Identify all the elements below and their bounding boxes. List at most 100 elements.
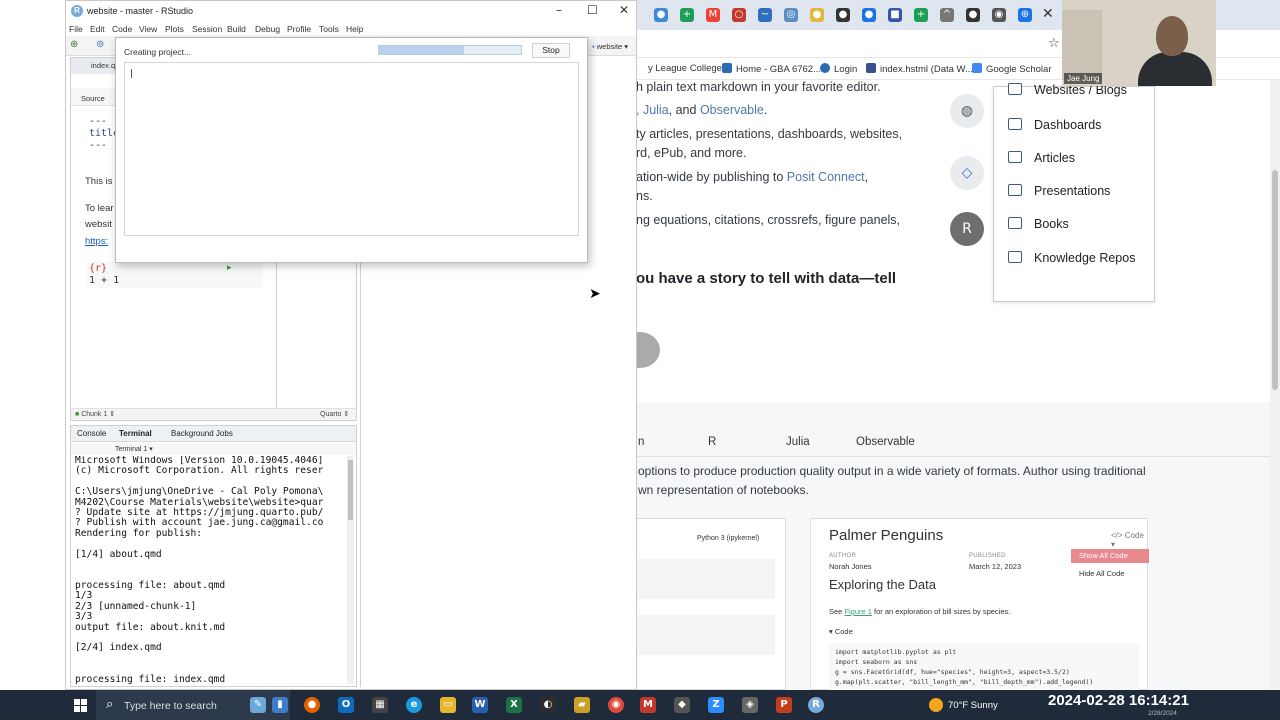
page-scrollbar[interactable] bbox=[1270, 80, 1280, 690]
open-project-icon[interactable]: ⊚ bbox=[96, 39, 104, 50]
tab-favicon-5[interactable]: ~ bbox=[758, 8, 772, 22]
app-icon[interactable]: ◆ bbox=[674, 697, 690, 713]
weather-widget[interactable]: 70°F Sunny bbox=[948, 700, 998, 711]
terminal-selector[interactable]: Terminal 1 ▾ bbox=[115, 445, 153, 453]
my-app-icon[interactable]: M bbox=[640, 697, 656, 713]
stop-button[interactable]: Stop bbox=[532, 43, 570, 58]
observable-link[interactable]: Observable bbox=[700, 103, 764, 117]
menu-help[interactable]: Help bbox=[346, 24, 363, 34]
julia-link[interactable]: , Julia bbox=[636, 103, 669, 117]
store-icon[interactable]: ▦ bbox=[372, 697, 388, 713]
menu-file[interactable]: File bbox=[69, 24, 83, 34]
menu-tools[interactable]: Tools bbox=[319, 24, 339, 34]
bookmark-item-5[interactable]: Google Scholar bbox=[972, 63, 1051, 75]
tab-background-jobs[interactable]: Background Jobs bbox=[171, 429, 233, 438]
figure-link[interactable]: Figure 1 bbox=[844, 607, 872, 616]
close-tab-icon[interactable]: ✕ bbox=[1042, 6, 1054, 22]
file-type[interactable]: Quarto ⇕ bbox=[320, 410, 349, 418]
app-icon[interactable]: ◈ bbox=[742, 697, 758, 713]
tab-favicon-9[interactable]: ● bbox=[862, 8, 876, 22]
chunk-nav[interactable]: ■ Chunk 1 ⇕ bbox=[75, 410, 115, 418]
tab-favicon-1[interactable]: ● bbox=[654, 8, 668, 22]
firefox-icon[interactable]: ● bbox=[304, 697, 320, 713]
terminal-scrollbar[interactable] bbox=[347, 456, 354, 684]
source-mode-tab[interactable]: Source bbox=[81, 94, 105, 103]
sticky-notes-icon[interactable]: ▰ bbox=[574, 697, 590, 713]
powerpoint-icon[interactable]: P bbox=[776, 697, 792, 713]
presenter-head bbox=[1156, 16, 1188, 56]
menu-knowledge-repos[interactable]: Knowledge Repos bbox=[1008, 251, 1135, 265]
bookmark-item-1[interactable]: y League College... bbox=[648, 63, 730, 74]
rstudio-taskbar-icon[interactable]: R bbox=[808, 697, 824, 713]
maximize-icon[interactable]: ☐ bbox=[587, 3, 598, 17]
sheets-tab-icon[interactable]: + bbox=[914, 8, 928, 22]
word-icon[interactable]: W bbox=[472, 697, 488, 713]
menu-session[interactable]: Session bbox=[192, 24, 222, 34]
code-dropdown[interactable]: </> Code ▾ bbox=[1111, 531, 1147, 549]
menu-code[interactable]: Code bbox=[112, 24, 132, 34]
excel-icon[interactable]: X bbox=[506, 697, 522, 713]
tab-favicon-4[interactable]: ○ bbox=[732, 8, 746, 22]
active-tab-icon[interactable]: ⊕ bbox=[1018, 8, 1032, 22]
gmail-tab-icon[interactable]: M bbox=[706, 8, 720, 22]
app-icon[interactable]: ▮ bbox=[272, 697, 288, 713]
bookmark-star-icon[interactable]: ☆ bbox=[1048, 36, 1060, 51]
tab-terminal[interactable]: Terminal bbox=[119, 429, 152, 438]
preview-title: Palmer Penguins bbox=[829, 527, 944, 544]
lang-tab-python[interactable]: n bbox=[638, 436, 644, 448]
lang-tab-observable[interactable]: Observable bbox=[856, 436, 915, 448]
notebook-cell bbox=[637, 559, 775, 599]
menu-books[interactable]: Books bbox=[1008, 217, 1069, 231]
scrollbar-thumb[interactable] bbox=[348, 460, 353, 520]
edge-icon[interactable]: e bbox=[406, 697, 422, 713]
menu-view[interactable]: View bbox=[139, 24, 157, 34]
tab-favicon-7[interactable]: ● bbox=[810, 8, 824, 22]
new-file-icon[interactable]: ⊕ bbox=[70, 39, 78, 50]
dialog-log[interactable] bbox=[124, 62, 579, 236]
carousel-button[interactable] bbox=[636, 332, 660, 368]
hero-line-6: ns. bbox=[636, 189, 653, 203]
tab-favicon-14[interactable]: ◉ bbox=[992, 8, 1006, 22]
menu-presentations[interactable]: Presentations bbox=[1008, 184, 1110, 198]
tab-favicon-2[interactable]: + bbox=[680, 8, 694, 22]
menu-articles[interactable]: Articles bbox=[1008, 151, 1075, 165]
tab-favicon-10[interactable]: ■ bbox=[888, 8, 902, 22]
file-explorer-icon[interactable]: ▭ bbox=[440, 697, 456, 713]
tab-favicon-12[interactable]: ^ bbox=[940, 8, 954, 22]
posit-connect-link[interactable]: Posit Connect bbox=[787, 170, 865, 184]
tab-console[interactable]: Console bbox=[77, 429, 106, 438]
code-fold-toggle[interactable]: ▾ Code bbox=[829, 627, 853, 636]
chrome-icon[interactable]: ◉ bbox=[608, 697, 624, 713]
start-button[interactable] bbox=[0, 690, 87, 720]
show-all-code[interactable]: Show All Code bbox=[1071, 549, 1149, 563]
bookmark-item-2[interactable]: Home - GBA 6762... bbox=[722, 63, 821, 75]
clock[interactable]: 2024-02-28 16:14:21 bbox=[1048, 692, 1189, 709]
github-tab-icon-2[interactable]: ● bbox=[966, 8, 980, 22]
menu-edit[interactable]: Edit bbox=[90, 24, 105, 34]
run-chunk-icon[interactable]: ▸ bbox=[227, 263, 232, 273]
date-small: 2/28/2024 bbox=[1148, 710, 1177, 717]
hide-all-code[interactable]: Hide All Code bbox=[1079, 569, 1124, 578]
markdown-link[interactable]: https: bbox=[85, 236, 108, 247]
close-icon[interactable]: ✕ bbox=[619, 3, 629, 17]
menu-plots[interactable]: Plots bbox=[165, 24, 184, 34]
lang-tab-r[interactable]: R bbox=[708, 436, 716, 448]
scrollbar-thumb[interactable] bbox=[1272, 170, 1278, 390]
menu-debug[interactable]: Debug bbox=[255, 24, 280, 34]
terminal-line: (c) Microsoft Corporation. All rights re… bbox=[75, 465, 324, 477]
widget-icon[interactable]: ✎ bbox=[250, 697, 266, 713]
terminal-output[interactable]: Microsoft Windows [Version 10.0.19045.40… bbox=[75, 456, 345, 684]
menu-dashboards[interactable]: Dashboards bbox=[1008, 118, 1101, 132]
minimize-icon[interactable]: – bbox=[556, 3, 562, 17]
tab-favicon-6[interactable]: ◎ bbox=[784, 8, 798, 22]
bookmark-item-4[interactable]: index.hstml (Data W... bbox=[866, 63, 973, 75]
outlook-icon[interactable]: O bbox=[338, 697, 354, 713]
lang-tab-julia[interactable]: Julia bbox=[786, 436, 810, 448]
bookmark-item-3[interactable]: Login bbox=[820, 63, 857, 75]
github-tab-icon[interactable]: ● bbox=[836, 8, 850, 22]
zoom-icon[interactable]: Z bbox=[708, 697, 724, 713]
menu-profile[interactable]: Profile bbox=[287, 24, 311, 34]
github-desktop-icon[interactable]: ◐ bbox=[540, 697, 556, 713]
project-menu[interactable]: ▪ website ▾ bbox=[592, 42, 628, 51]
menu-build[interactable]: Build bbox=[227, 24, 246, 34]
